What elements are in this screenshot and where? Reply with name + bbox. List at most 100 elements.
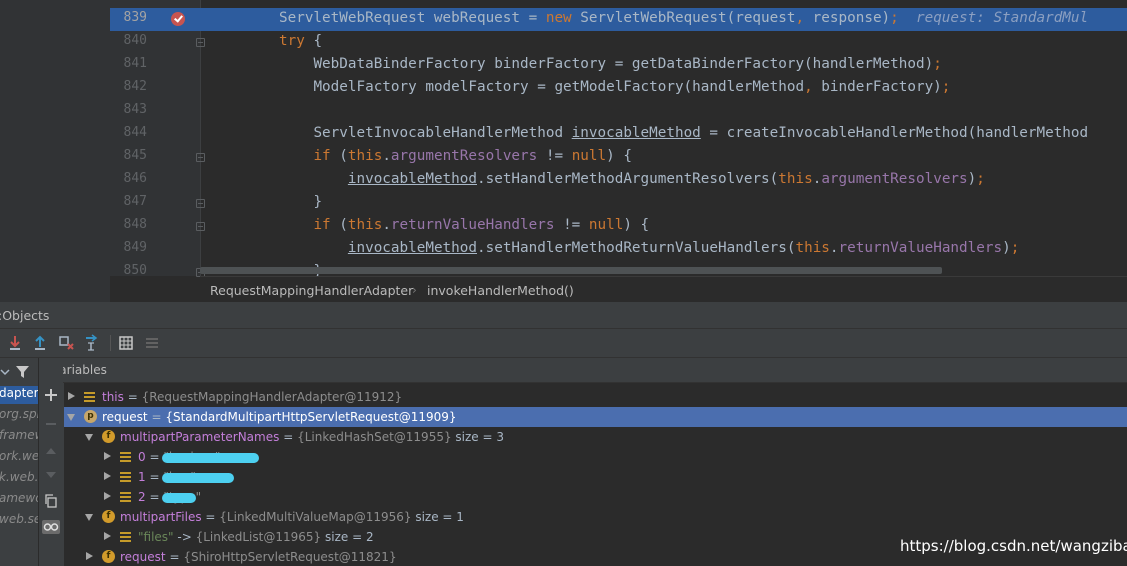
code-text: invocableMethod.setHandlerMethodArgument… xyxy=(279,171,985,187)
stack-frame[interactable]: k.web.s xyxy=(0,470,38,488)
remove-watch-icon[interactable] xyxy=(44,417,58,431)
code-token: null xyxy=(588,217,624,233)
code-line: 840 try { xyxy=(110,31,1127,54)
variables-side-toolbar xyxy=(39,358,63,566)
horizontal-scrollbar[interactable] xyxy=(200,267,942,274)
redaction-scribble xyxy=(162,453,259,463)
expand-arrow-icon[interactable] xyxy=(104,452,111,460)
variable-row[interactable]: 1 = "bus" xyxy=(64,467,1127,487)
variable-row[interactable]: 0 = "busines" xyxy=(64,447,1127,467)
expand-arrow-icon[interactable] xyxy=(104,492,111,500)
breadcrumb-method[interactable]: invokeHandlerMethod() xyxy=(427,283,574,298)
stack-frame[interactable]: ork.web xyxy=(0,449,38,467)
line-number[interactable]: 850 xyxy=(110,263,147,278)
variable-text: multipartParameterNames = {LinkedHashSet… xyxy=(120,430,504,444)
move-down-icon[interactable] xyxy=(44,468,58,482)
code-line: 842 ModelFactory modelFactory = getModel… xyxy=(110,77,1127,100)
field-list-icon xyxy=(120,452,131,462)
line-number[interactable]: 843 xyxy=(110,102,147,117)
redaction-scribble xyxy=(162,473,234,483)
glasses-icon[interactable] xyxy=(42,520,60,534)
fold-marker-icon[interactable] xyxy=(196,199,205,208)
line-number[interactable]: 844 xyxy=(110,125,147,140)
code-token: null xyxy=(571,148,607,164)
variable-equals: = xyxy=(145,490,164,504)
move-up-icon[interactable] xyxy=(44,444,58,458)
table-view-icon[interactable] xyxy=(117,334,135,352)
variable-name: request xyxy=(102,410,148,424)
variable-name: this xyxy=(102,390,124,404)
variable-equals: = xyxy=(165,550,184,564)
stack-frame[interactable]: amewor xyxy=(0,491,38,509)
field-icon: f xyxy=(102,550,115,563)
fold-marker-icon[interactable] xyxy=(196,222,205,231)
expand-arrow-icon[interactable] xyxy=(104,532,111,540)
stack-frame[interactable]: framew xyxy=(0,428,38,446)
copy-icon[interactable] xyxy=(44,494,58,508)
variable-equals: = xyxy=(123,390,142,404)
collapse-arrow-icon[interactable] xyxy=(85,434,93,441)
line-number[interactable]: 847 xyxy=(110,194,147,209)
line-number[interactable]: 845 xyxy=(110,148,147,163)
fold-marker-icon[interactable] xyxy=(196,38,205,47)
variable-size: size = 1 xyxy=(411,510,464,524)
add-watch-icon[interactable] xyxy=(44,388,58,402)
variable-value: {LinkedHashSet@11955} xyxy=(297,430,452,444)
expand-arrow-icon[interactable] xyxy=(86,552,93,560)
field-list-icon xyxy=(120,472,131,482)
breakpoint-icon[interactable] xyxy=(171,12,185,26)
code-token: returnValueHandlers xyxy=(838,240,1003,256)
line-number[interactable]: 839 xyxy=(110,10,147,25)
debug-tab-label[interactable]: :Objects xyxy=(0,308,49,323)
code-text: if (this.returnValueHandlers != null) { xyxy=(279,217,649,233)
line-number[interactable]: 842 xyxy=(110,79,147,94)
toolbar-separator xyxy=(110,335,111,351)
expand-arrow-icon[interactable] xyxy=(104,472,111,480)
field-icon: f xyxy=(102,510,115,523)
step-out-icon[interactable] xyxy=(31,334,49,352)
frames-list[interactable]: dapter org.spr framew ork.web k.web.s amewor w… xyxy=(0,358,39,566)
frames-icon[interactable] xyxy=(143,334,161,352)
collapse-arrow-icon[interactable] xyxy=(85,514,93,521)
variable-text: "files" -> {LinkedList@11965} size = 2 xyxy=(138,530,374,544)
code-token: ServletWebRequest(request xyxy=(580,10,796,26)
stack-frame[interactable]: org.spr xyxy=(0,407,38,425)
variable-row[interactable]: f multipartFiles = {LinkedMultiValueMap@1… xyxy=(64,507,1127,527)
variable-name: multipartParameterNames xyxy=(120,430,280,444)
breadcrumb-separator: › xyxy=(412,283,417,297)
code-token: WebDataBinderFactory binderFactory = get… xyxy=(313,56,934,72)
stack-frame[interactable]: web.ser xyxy=(0,512,38,530)
variable-value: {LinkedMultiValueMap@11956} xyxy=(219,510,412,524)
variable-row[interactable]: f multipartParameterNames = {LinkedHashSe… xyxy=(64,427,1127,447)
line-number[interactable]: 849 xyxy=(110,240,147,255)
step-into-icon[interactable] xyxy=(6,334,24,352)
code-line: 847 } xyxy=(110,192,1127,215)
line-number[interactable]: 841 xyxy=(110,56,147,71)
variable-value: {StandardMultipartHttpServletRequest@119… xyxy=(165,410,457,424)
fold-marker-icon[interactable] xyxy=(196,153,205,162)
variable-row[interactable]: this = {RequestMappingHandlerAdapter@119… xyxy=(64,387,1127,407)
line-number[interactable]: 848 xyxy=(110,217,147,232)
parameter-icon: p xyxy=(84,410,97,423)
collapse-arrow-icon[interactable] xyxy=(67,414,75,421)
code-token: ) xyxy=(1002,240,1011,256)
code-token: response) xyxy=(804,10,891,26)
line-number[interactable]: 840 xyxy=(110,33,147,48)
variable-row[interactable]: 2 = "type" xyxy=(64,487,1127,507)
code-line: 841 WebDataBinderFactory binderFactory =… xyxy=(110,54,1127,77)
chevron-down-icon[interactable] xyxy=(0,367,10,377)
field-icon: f xyxy=(102,430,115,443)
breadcrumb-class[interactable]: RequestMappingHandlerAdapter xyxy=(210,283,413,298)
variable-row[interactable]: p request = {StandardMultipartHttpServlet… xyxy=(64,407,1127,427)
stack-frame[interactable]: dapter xyxy=(0,386,38,404)
code-text: WebDataBinderFactory binderFactory = get… xyxy=(279,56,941,72)
expand-arrow-icon[interactable] xyxy=(68,392,75,400)
line-number[interactable]: 846 xyxy=(110,171,147,186)
run-to-cursor-icon[interactable] xyxy=(83,334,101,352)
filter-icon[interactable] xyxy=(15,364,30,379)
code-editor[interactable]: 839 ServletWebRequest webRequest = new Se… xyxy=(0,0,1127,302)
force-step-icon[interactable] xyxy=(57,334,75,352)
code-token: .setHandlerMethodArgumentResolvers( xyxy=(477,171,779,187)
variables-header: Variables xyxy=(39,358,1127,383)
code-token: , xyxy=(804,79,813,95)
